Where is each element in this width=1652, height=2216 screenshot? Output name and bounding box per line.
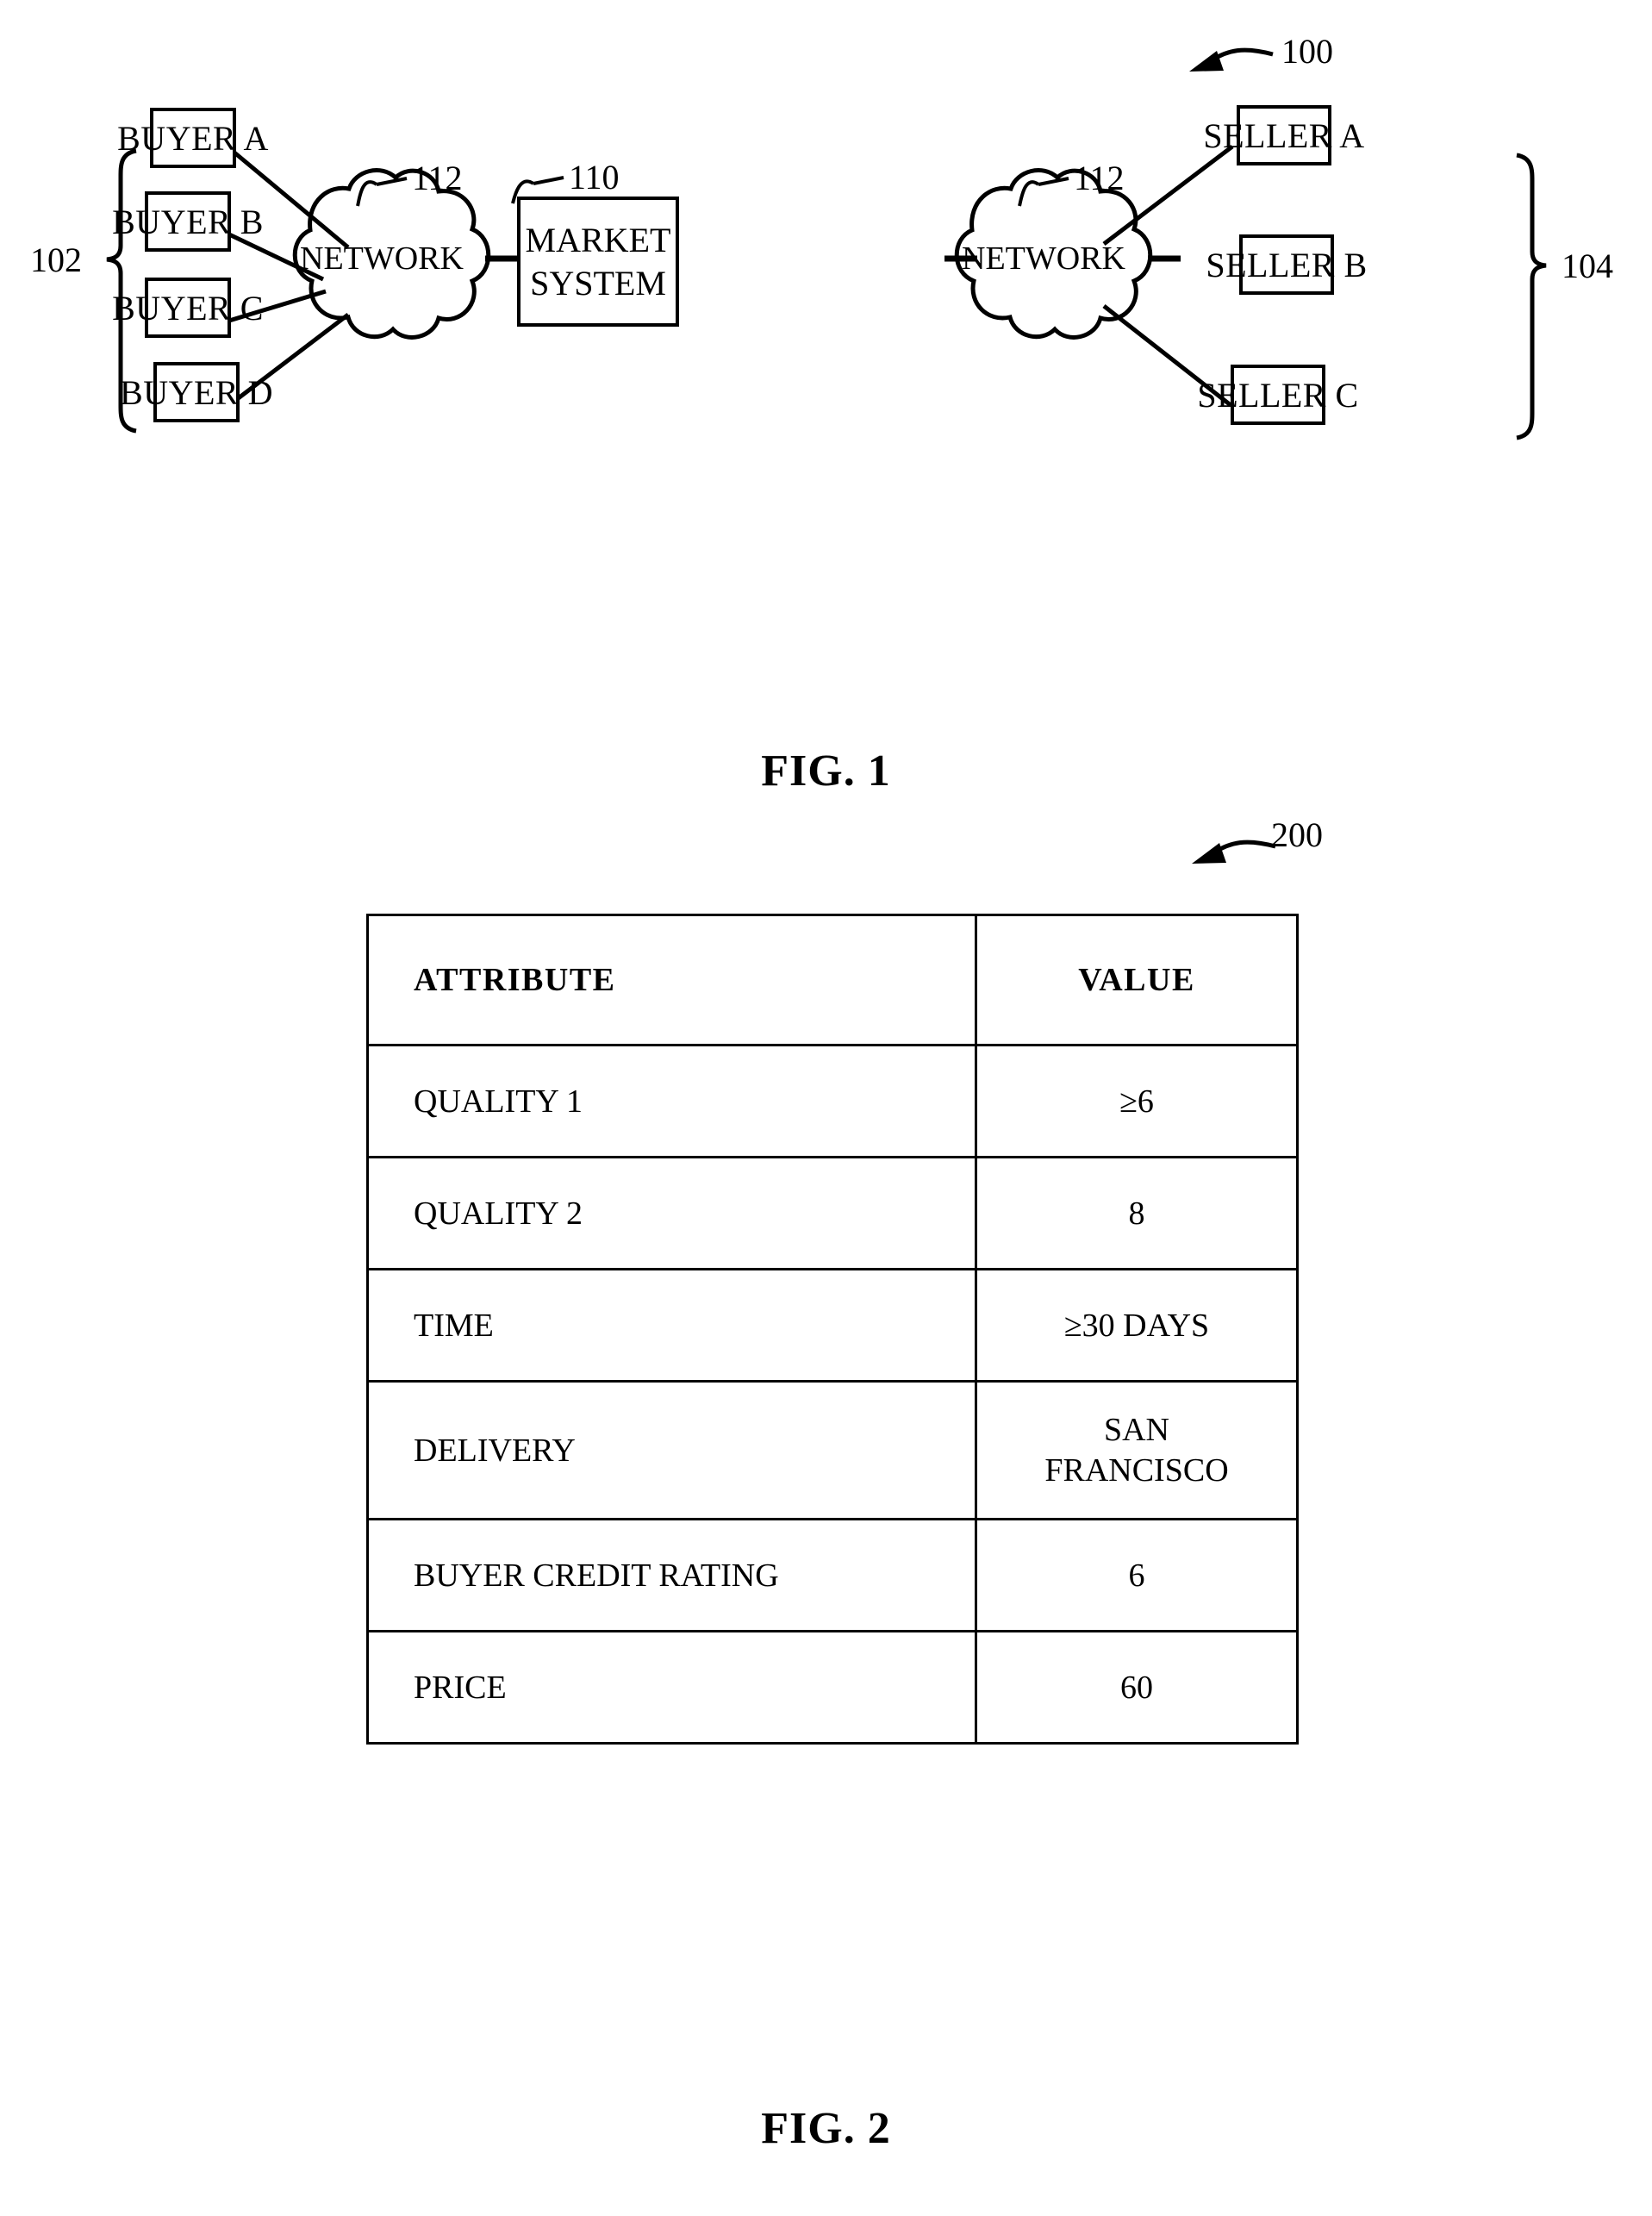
reference-number-100: 100 [1281,32,1333,71]
reference-number-112-right: 112 [1074,159,1125,197]
node-buyer-a-label: BUYER A [117,118,269,158]
reference-arrow-100 [1189,47,1274,72]
node-buyer-b-label: BUYER B [112,202,264,241]
cell-value-buyer-credit-rating: 6 [975,1518,1299,1632]
node-buyer-b[interactable]: BUYER B [112,191,263,252]
node-seller-a[interactable]: SELLER A [1203,105,1364,165]
cell-value-quality-1: ≥6 [975,1044,1299,1158]
node-buyer-d-label: BUYER D [120,372,273,412]
table-row: BUYER CREDIT RATING 6 [366,1518,1299,1632]
table-row: QUALITY 2 8 [366,1156,1299,1270]
table-row: QUALITY 1 ≥6 [366,1044,1299,1158]
figure-2: 200 ATTRIBUTE VALUE QUALITY 1 ≥6 QUALITY… [0,815,1652,2216]
table-row: TIME ≥30 DAYS [366,1268,1299,1383]
cell-attribute-delivery: DELIVERY [366,1380,977,1520]
reference-number-200: 200 [1271,815,1323,854]
node-buyer-c[interactable]: BUYER C [112,278,263,338]
leader-line-112-left [356,177,408,207]
buyers-group-label-102: 102 [30,240,82,279]
node-buyer-d[interactable]: BUYER D [120,362,272,422]
leader-line-112-right [1018,177,1069,207]
cell-value-delivery-line1: SAN [1103,1412,1170,1449]
table-header-row: ATTRIBUTE VALUE [366,914,1299,1046]
node-seller-b[interactable]: SELLER B [1206,234,1367,295]
reference-number-110: 110 [569,158,620,197]
figure-1: 100 102 104 BUYER A BUYER B BUYER C BUYE… [0,0,1652,845]
node-seller-c[interactable]: SELLER C [1197,365,1358,425]
figure-2-caption: FIG. 2 [761,2104,891,2153]
cell-value-delivery: SAN FRANCISCO [975,1380,1299,1520]
network-left-label: NETWORK [300,240,464,277]
sellers-bracket [1516,153,1547,440]
sellers-group-label-104: 104 [1562,247,1613,285]
cell-value-time: ≥30 DAYS [975,1268,1299,1383]
cell-value-delivery-line2: FRANCISCO [1044,1451,1229,1489]
cell-value-quality-2: 8 [975,1156,1299,1270]
cell-attribute-time: TIME [366,1268,977,1383]
network-right-label: NETWORK [962,240,1125,277]
cell-attribute-buyer-credit-rating: BUYER CREDIT RATING [366,1518,977,1632]
market-system-label-line1: MARKET [525,220,671,259]
attribute-value-table: ATTRIBUTE VALUE QUALITY 1 ≥6 QUALITY 2 8… [366,914,1299,1745]
figure-1-caption: FIG. 1 [761,746,891,796]
node-buyer-c-label: BUYER C [112,288,264,328]
column-header-value: VALUE [975,914,1299,1046]
node-seller-a-label: SELLER A [1203,115,1365,155]
cell-attribute-quality-2: QUALITY 2 [366,1156,977,1270]
cell-value-price: 60 [975,1630,1299,1745]
table-row: PRICE 60 [366,1630,1299,1745]
node-market-system[interactable]: MARKET SYSTEM [517,197,679,327]
column-header-attribute: ATTRIBUTE [366,914,977,1046]
cell-attribute-price: PRICE [366,1630,977,1745]
cell-attribute-quality-1: QUALITY 1 [366,1044,977,1158]
node-seller-c-label: SELLER C [1197,375,1359,415]
table-row: DELIVERY SAN FRANCISCO [366,1380,1299,1520]
node-seller-b-label: SELLER B [1206,245,1368,284]
market-system-label-line2: SYSTEM [530,263,666,303]
reference-number-112-left: 112 [412,159,463,197]
node-buyer-a[interactable]: BUYER A [117,108,268,168]
